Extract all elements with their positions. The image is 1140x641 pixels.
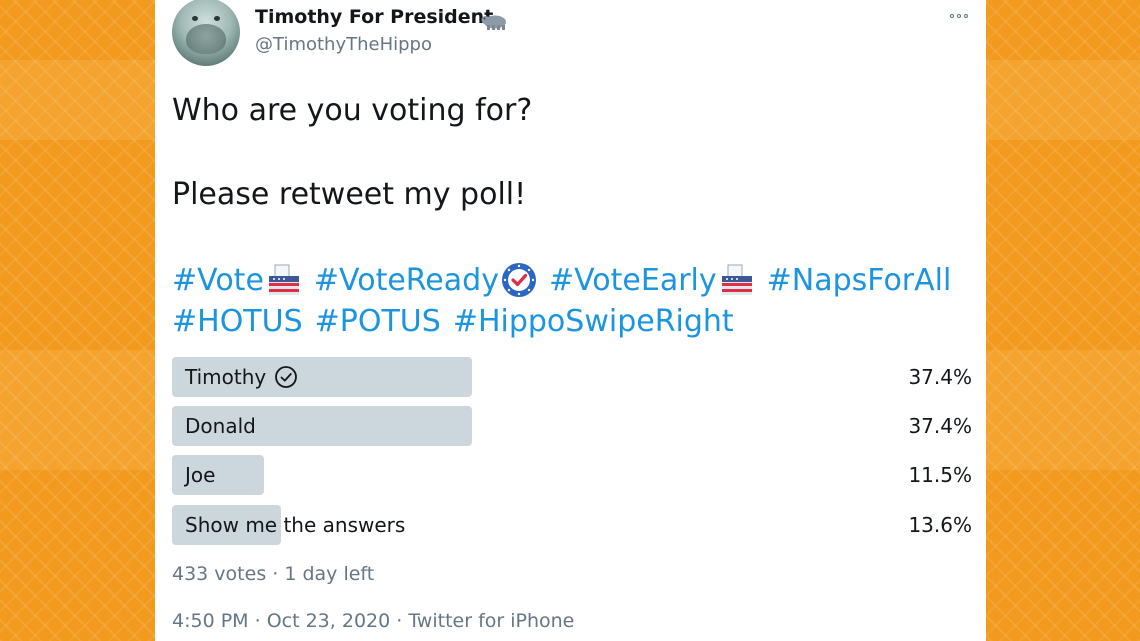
more-options-icon[interactable] [945,6,973,26]
vote-ready-badge-icon [501,263,536,297]
poll-meta: 433 votes · 1 day left [172,563,375,585]
display-name[interactable]: Timothy For President [255,6,493,28]
tweet-time[interactable]: 4:50 PM [172,610,249,632]
tweet-card: Timothy For President @TimothyTheHippo W… [155,0,986,641]
avatar-hippo-snout [186,24,226,54]
tweet-text-line: Who are you voting for? [172,93,533,128]
poll-option-label: Show me the answers [185,513,406,537]
hashtag-link[interactable]: #HippoSwipeRight [453,304,734,339]
hashtag-link[interactable]: #VoteEarly [549,263,717,298]
poll-option-percent: 11.5% [908,463,972,487]
hashtag-link[interactable]: #POTUS [315,304,441,339]
tweet-date[interactable]: Oct 23, 2020 [267,610,391,632]
avatar-eye [192,16,198,21]
hashtag-link[interactable]: #NapsForAll [767,263,952,298]
poll-option-label: Donald [185,414,256,438]
tweet-footer: 4:50 PM · Oct 23, 2020 · Twitter for iPh… [172,610,574,632]
avatar[interactable] [172,0,240,66]
tweet-text-line: Please retweet my poll! [172,177,527,212]
poll-option-label-wrap: Donald [185,414,256,438]
poll-option-label: Joe [185,463,216,487]
user-handle[interactable]: @TimothyTheHippo [255,34,432,55]
hashtag-row: #Vote #VoteReady #VoteEarly #NapsForAll [172,262,963,298]
selected-check-icon [275,366,298,388]
ballot-box-icon [268,264,299,295]
hashtag-row: #HOTUS #POTUS #HippoSwipeRight [172,304,746,339]
poll-option-percent: 37.4% [908,414,972,438]
poll-option-label-wrap: Show me the answers [185,513,405,537]
hashtag-link[interactable]: #Vote [172,263,264,298]
poll-option: Timothy 37.4% [172,357,972,397]
poll-option: Donald 37.4% [172,406,972,446]
hashtag-link[interactable]: #HOTUS [172,304,303,339]
poll-option-label: Timothy [185,365,267,389]
hashtag-link[interactable]: #VoteReady [314,263,499,298]
poll-option: Joe 11.5% [172,455,972,495]
ballot-box-icon [721,264,752,295]
poll-option-label-wrap: Joe [185,463,215,487]
poll-option: Show me the answers 13.6% [172,505,972,545]
poll-option-label-wrap: Timothy [185,365,298,389]
poll-option-percent: 13.6% [908,513,972,537]
poll-option-percent: 37.4% [908,365,972,389]
separator-dot: · [254,610,267,632]
separator-dot: · [396,610,409,632]
hippo-icon [481,15,506,30]
avatar-eye [214,16,220,21]
tweet-source[interactable]: Twitter for iPhone [408,610,574,632]
